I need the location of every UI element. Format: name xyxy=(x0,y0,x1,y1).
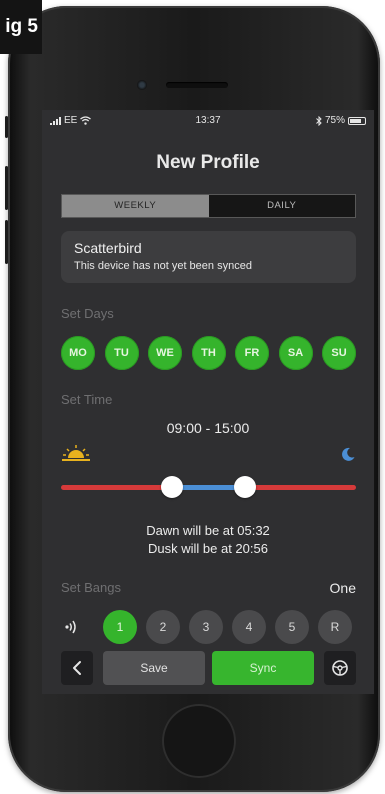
day-toggle-mo[interactable]: MO xyxy=(61,336,95,370)
bang-option-2[interactable]: 2 xyxy=(146,610,180,644)
steering-wheel-icon xyxy=(332,660,348,676)
save-button[interactable]: Save xyxy=(103,651,205,685)
start-time-handle[interactable] xyxy=(160,476,183,498)
day-toggle-fr[interactable]: FR xyxy=(235,336,269,370)
device-sync-status: This device has not yet been synced xyxy=(74,260,252,272)
bluetooth-icon xyxy=(316,115,322,126)
volume-up-button xyxy=(5,166,8,210)
phone-frame: EE 13:37 75% New Profile WEEKLY DAILY Sc… xyxy=(5,6,380,792)
bang-option-r[interactable]: R xyxy=(318,610,352,644)
tab-weekly[interactable]: WEEKLY xyxy=(62,195,209,217)
bang-selector: 1 2 3 4 5 R xyxy=(61,610,356,644)
action-bar: Save Sync xyxy=(61,651,356,685)
end-time-handle[interactable] xyxy=(234,476,257,498)
dawn-time-text: Dawn will be at 05:32 xyxy=(146,523,270,538)
day-toggle-we[interactable]: WE xyxy=(148,336,182,370)
day-selector: MO TU WE TH FR SA SU xyxy=(61,336,356,370)
earpiece-speaker xyxy=(166,82,228,88)
battery-icon xyxy=(348,116,366,125)
set-days-label: Set Days xyxy=(61,306,114,321)
bang-option-3[interactable]: 3 xyxy=(189,610,223,644)
figure-label: ig 5 xyxy=(0,0,42,54)
set-bangs-label: Set Bangs xyxy=(61,580,121,595)
day-toggle-tu[interactable]: TU xyxy=(104,336,139,370)
day-toggle-sa[interactable]: SA xyxy=(278,336,313,370)
chevron-left-icon xyxy=(73,661,81,675)
device-card[interactable]: Scatterbird This device has not yet been… xyxy=(61,231,356,283)
device-name: Scatterbird xyxy=(74,240,142,256)
volume-down-button xyxy=(5,220,8,264)
bangs-value: One xyxy=(329,580,356,596)
mute-switch xyxy=(5,116,8,138)
front-camera xyxy=(137,80,147,90)
status-bar: EE 13:37 75% xyxy=(42,110,374,130)
time-range: 09:00 - 15:00 xyxy=(166,420,250,436)
tab-daily[interactable]: DAILY xyxy=(209,195,356,217)
battery-percent: 75% xyxy=(324,115,345,126)
app-screen: EE 13:37 75% New Profile WEEKLY DAILY Sc… xyxy=(42,110,374,694)
dusk-time-text: Dusk will be at 20:56 xyxy=(148,541,268,556)
set-time-label: Set Time xyxy=(61,392,113,407)
bang-option-1[interactable]: 1 xyxy=(103,610,137,644)
back-button[interactable] xyxy=(61,651,93,685)
day-toggle-th[interactable]: TH xyxy=(191,336,226,370)
bang-option-5[interactable]: 5 xyxy=(275,610,309,644)
schedule-mode-toggle: WEEKLY DAILY xyxy=(61,194,356,218)
moon-icon xyxy=(342,447,355,461)
day-toggle-su[interactable]: SU xyxy=(322,336,356,370)
sound-wave-icon xyxy=(65,620,76,634)
sunrise-icon xyxy=(62,445,90,461)
home-button[interactable] xyxy=(162,704,236,778)
settings-button[interactable] xyxy=(324,651,356,685)
page-title: New Profile xyxy=(156,152,260,173)
sync-button[interactable]: Sync xyxy=(212,651,314,685)
time-range-slider[interactable] xyxy=(61,476,356,498)
bang-option-4[interactable]: 4 xyxy=(232,610,266,644)
